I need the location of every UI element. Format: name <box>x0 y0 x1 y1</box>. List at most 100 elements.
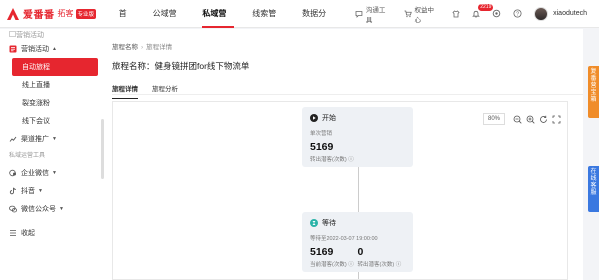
node-wait-sub: 等待至2022-03-07 19:00:00 <box>310 236 378 242</box>
wechat-icon <box>9 205 17 213</box>
nav-public-marketing[interactable]: 公域营销 <box>144 0 194 46</box>
node-wait-current: 5169 当前潜客(次数) ⓘ <box>310 242 358 268</box>
rights-center-button[interactable]: 权益中心 <box>404 4 441 24</box>
sidebar-group-douyin[interactable]: 抖音 ▼ <box>0 182 104 200</box>
rights-center-label: 权益中心 <box>414 6 435 24</box>
settings-button[interactable] <box>492 9 501 18</box>
caret-down-icon: ▼ <box>38 188 43 194</box>
logo-icon <box>7 7 19 20</box>
nav-private-marketing[interactable]: 私域营销 <box>193 0 243 46</box>
node-wait-out: 0 转出潜客(次数) ⓘ <box>358 242 406 268</box>
marketing-icon <box>9 45 17 53</box>
sidebar-item-fission[interactable]: 裂变涨粉 <box>0 94 104 112</box>
tab-journey-detail[interactable]: 旅程详情 <box>112 83 138 99</box>
sidebar-section-label: 私域运营工具 <box>9 153 46 159</box>
sidebar-item-offline-meeting[interactable]: 线下会议 <box>0 112 104 130</box>
chat-tool-button[interactable]: 沟通工具 <box>355 4 392 24</box>
breadcrumb-current: 旅程详情 <box>146 44 173 51</box>
node-header: 等待 <box>310 218 405 228</box>
tabs-divider <box>112 94 583 95</box>
sidebar-group-marketing[interactable]: 营销活动 ▲ <box>0 40 104 58</box>
node-start-count-label-text: 转出潜客(次数) <box>310 157 347 163</box>
refresh-icon <box>539 115 547 123</box>
node-wait-current-label: 当前潜客(次数) ⓘ <box>310 260 358 268</box>
gear-icon <box>492 9 501 18</box>
refresh-button[interactable] <box>538 114 548 124</box>
brand-sub: 拓客 <box>57 9 74 18</box>
wecom-icon <box>9 169 17 177</box>
info-icon: ⓘ <box>395 262 402 268</box>
clothes-button[interactable] <box>452 9 460 18</box>
sidebar-group-marketing-label: 营销活动 <box>21 46 49 53</box>
main-nav: 首页 公域营销 私域营销 线索管家 数据分析 <box>110 0 343 46</box>
svg-text:?: ? <box>516 11 519 17</box>
nav-lead-manager[interactable]: 线索管家 <box>243 0 293 46</box>
sidebar-group-douyin-label: 抖音 <box>21 188 35 195</box>
main-content: 旅程名称 › 旅程详情 旅程名称：健身镜拼团for线下物流单 旅程详情 旅程分析 8… <box>104 29 583 280</box>
zoom-controls: 80% <box>482 113 561 125</box>
sidebar-group-wecom-label: 企业微信 <box>21 170 49 177</box>
node-wait-out-label: 转出潜客(次数) ⓘ <box>358 260 406 268</box>
node-wait-out-label-text: 转出潜客(次数) <box>357 262 395 268</box>
cart-icon <box>404 10 412 17</box>
info-icon: ⓘ <box>348 157 354 163</box>
top-bar: 爱番番 拓客 专业版 首页 公域营销 私域营销 线索管家 数据分析 沟通工具 权… <box>0 0 599 46</box>
journey-node-start[interactable]: 开始 单次营销 5169 转出潜客(次数) ⓘ <box>302 107 413 167</box>
node-wait-title: 等待 <box>322 220 336 227</box>
journey-node-wait[interactable]: 等待 等待至2022-03-07 19:00:00 5169 当前潜客(次数) … <box>302 212 413 272</box>
top-right-tools: 沟通工具 权益中心 2219 ? xiaodutech <box>343 3 599 24</box>
node-start-sub: 单次营销 <box>310 131 333 137</box>
node-header: 开始 <box>310 113 405 123</box>
floating-treasure-box[interactable]: 复番营宝箱 <box>588 66 599 118</box>
node-start-count-label: 转出潜客(次数) ⓘ <box>310 155 405 163</box>
shirt-icon <box>452 9 460 17</box>
help-button[interactable]: ? <box>513 9 522 18</box>
sidebar-collapse-button[interactable]: 收起 <box>0 224 104 242</box>
nav-data-analysis[interactable]: 数据分析 <box>293 0 343 46</box>
nav-home[interactable]: 首页 <box>110 0 144 46</box>
sidebar-item-live[interactable]: 线上直播 <box>0 76 104 94</box>
tab-journey-analysis[interactable]: 旅程分析 <box>152 83 178 99</box>
sidebar-group-channel[interactable]: 渠道推广 ▼ <box>0 130 104 148</box>
folder-icon <box>9 30 16 39</box>
sidebar-group-channel-label: 渠道推广 <box>21 136 49 143</box>
breadcrumb-parent[interactable]: 旅程名称 <box>112 44 138 51</box>
hourglass-icon <box>310 219 318 227</box>
zoom-out-button[interactable] <box>512 114 522 124</box>
node-wait-stats: 5169 当前潜客(次数) ⓘ 0 转出潜客(次数) ⓘ <box>310 242 405 268</box>
sidebar-cut-item[interactable]: 营销活动 <box>0 29 104 40</box>
zoom-level: 80% <box>482 113 505 125</box>
bell-icon <box>472 10 481 18</box>
sidebar-cut-label: 营销活动 <box>16 31 44 39</box>
notification-button[interactable]: 2219 <box>472 3 494 18</box>
node-wait-out-count: 0 <box>357 246 364 258</box>
brand-logo[interactable]: 爱番番 拓客 专业版 <box>0 6 110 21</box>
sidebar-group-wechat-mp-label: 微信公众号 <box>21 206 56 213</box>
node-start-count: 5169 <box>310 141 334 153</box>
chat-icon <box>355 10 363 18</box>
page-title: 旅程名称：健身镜拼团for线下物流单 <box>112 61 250 71</box>
username[interactable]: xiaodutech <box>553 10 587 17</box>
fullscreen-button[interactable] <box>551 114 561 124</box>
zoom-in-button[interactable] <box>525 114 535 124</box>
sidebar-group-wecom[interactable]: 企业微信 ▼ <box>0 164 104 182</box>
tabs: 旅程详情 旅程分析 <box>112 83 192 99</box>
avatar[interactable] <box>534 6 549 21</box>
sidebar-collapse-label: 收起 <box>21 230 35 237</box>
caret-down-icon: ▼ <box>52 170 57 176</box>
caret-down-icon: ▼ <box>52 136 57 142</box>
floating-online-service[interactable]: 在线客服 <box>588 166 599 212</box>
play-icon <box>310 114 318 122</box>
sidebar-group-wechat-mp[interactable]: 微信公众号 ▼ <box>0 200 104 218</box>
sidebar-item-auto-journey[interactable]: 自动旅程 <box>12 58 98 76</box>
edition-badge: 专业版 <box>75 8 97 19</box>
node-connector <box>358 167 359 212</box>
zoom-in-icon <box>526 115 535 124</box>
douyin-icon <box>9 187 17 195</box>
sidebar: 营销活动 营销活动 ▲ 自动旅程 线上直播 裂变涨粉 线下会议 渠道推广 ▼ 私… <box>0 29 104 280</box>
zoom-out-icon <box>513 115 522 124</box>
journey-canvas[interactable]: 80% 开始 单次营销 5169 转出潜客(次数) ⓘ 等待 等待至2022-0… <box>112 101 568 280</box>
node-wait-current-count: 5169 <box>310 246 334 258</box>
chat-tool-label: 沟通工具 <box>365 6 386 24</box>
collapse-icon <box>9 229 17 237</box>
